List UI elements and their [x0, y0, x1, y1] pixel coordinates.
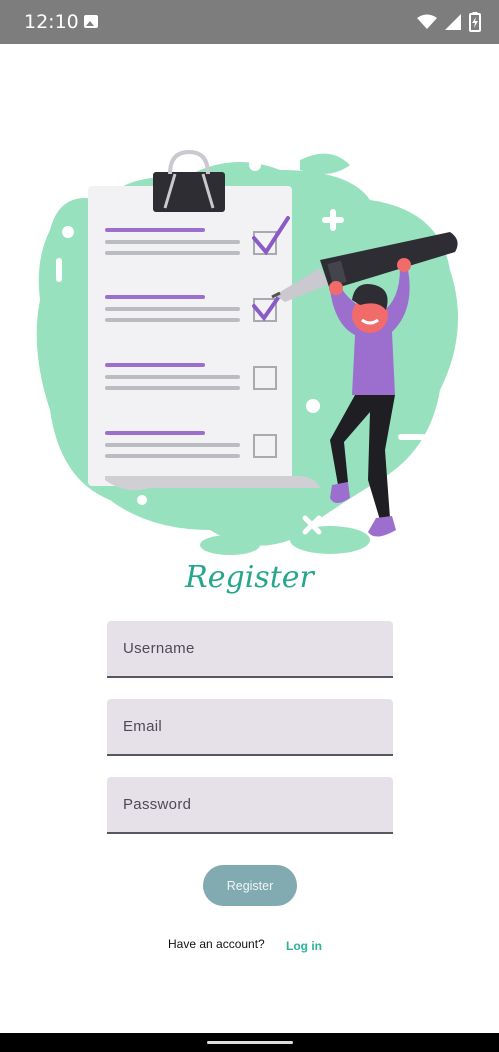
wifi-icon	[417, 14, 437, 29]
home-indicator[interactable]	[207, 1041, 293, 1044]
status-icons	[417, 10, 481, 34]
signal-icon	[445, 14, 461, 30]
login-link[interactable]: Log in	[286, 939, 322, 953]
navigation-bar	[0, 1033, 499, 1052]
password-field[interactable]	[107, 777, 393, 834]
register-button[interactable]: Register	[203, 865, 297, 906]
register-title: Register	[185, 560, 314, 595]
have-account-label: Have an account?	[168, 937, 265, 951]
battery-charging-icon	[469, 12, 481, 32]
checklist-illustration	[36, 150, 459, 555]
status-time: 12:10	[24, 11, 79, 33]
status-bar: 12:10	[0, 0, 499, 44]
photo-icon	[84, 15, 98, 28]
username-field[interactable]	[107, 621, 393, 678]
email-field[interactable]	[107, 699, 393, 756]
